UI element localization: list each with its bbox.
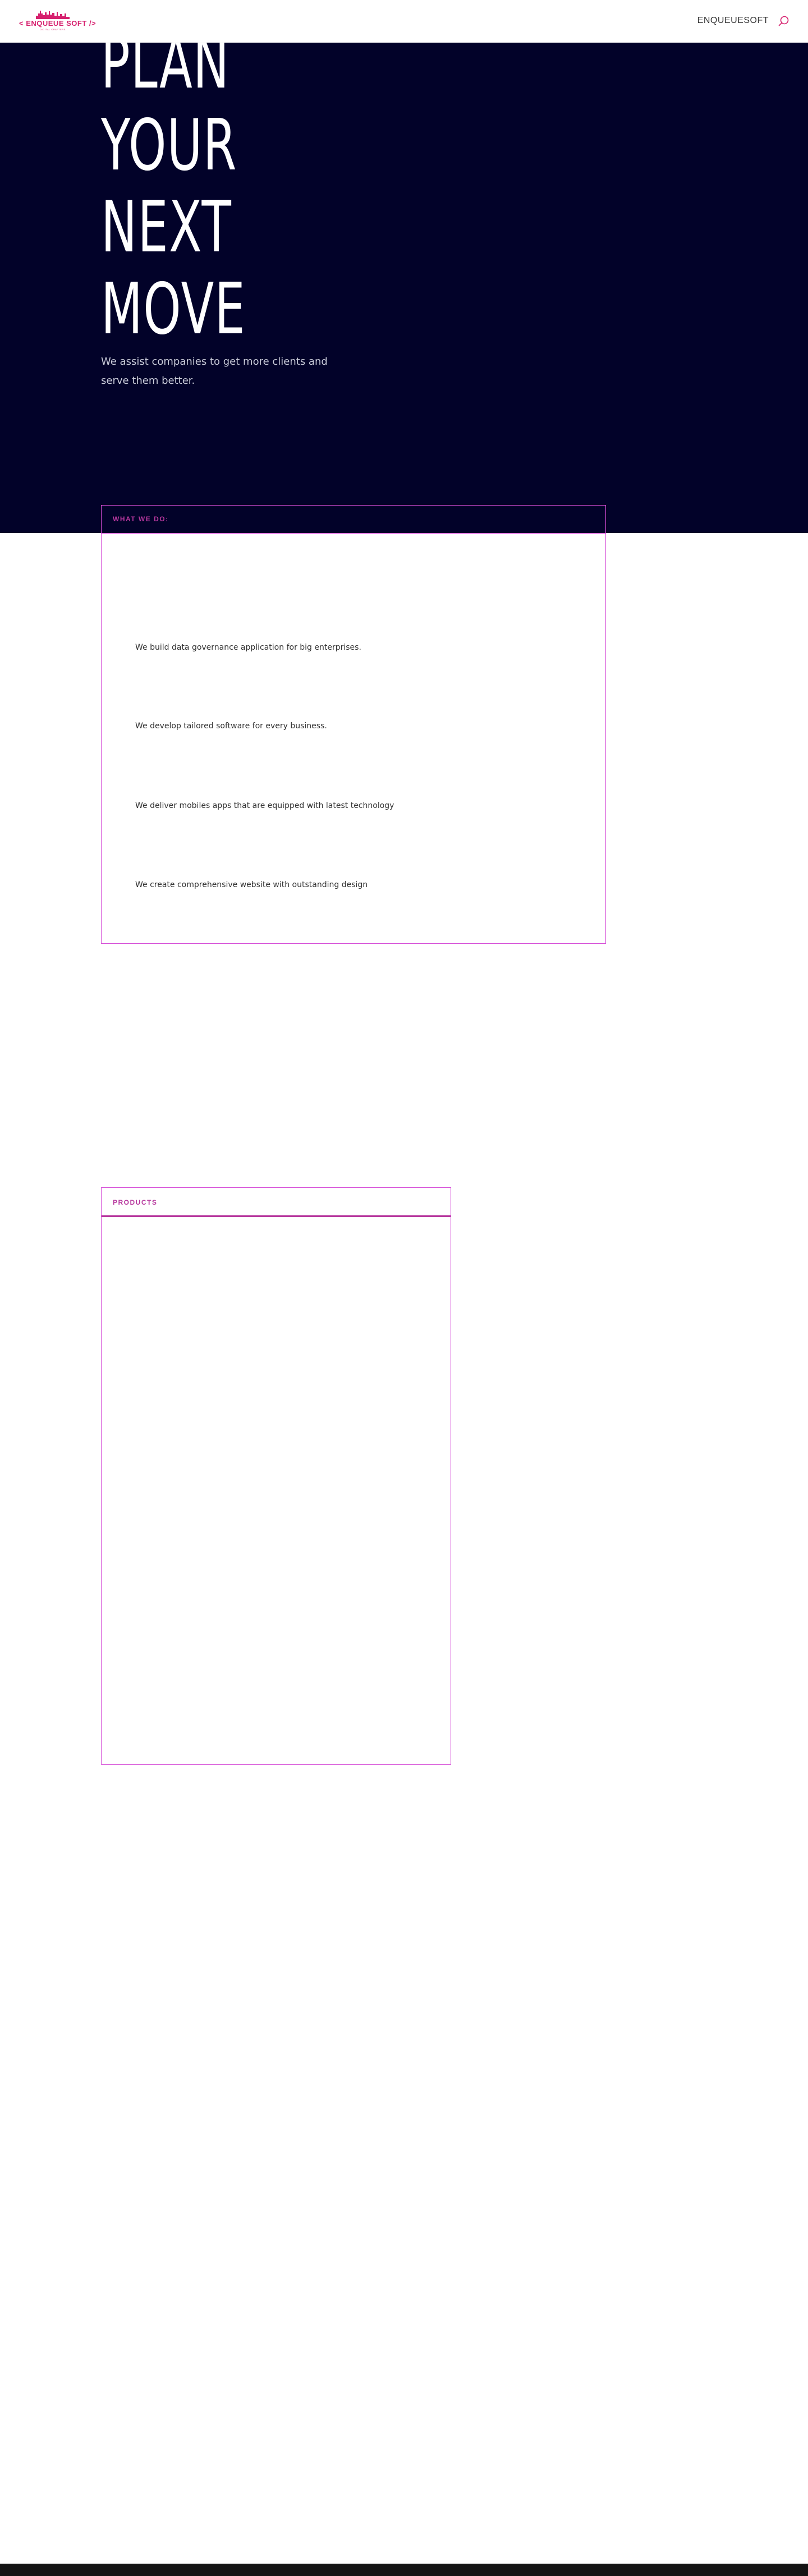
what-we-do-label: WHAT WE DO: [113,515,169,523]
service-item: We build data governance application for… [135,643,361,652]
hero-title-line: YOUR [101,104,237,186]
site-header: < ENQUEUE SOFT /> DIGITAL CRAFTERS ENQUE… [0,0,808,43]
service-item: We develop tailored software for every b… [135,722,327,731]
search-button[interactable] [778,15,790,27]
products-header: PRODUCTS [102,1188,451,1217]
footer-bar [0,2564,808,2576]
products-card: PRODUCTS [101,1187,451,1765]
what-we-do-card: WHAT WE DO: We build data governance app… [101,505,606,944]
skyline-icon [36,11,70,19]
what-we-do-header: WHAT WE DO: [102,506,605,534]
hero-subtitle: We assist companies to get more clients … [101,356,328,387]
logo[interactable]: < ENQUEUE SOFT /> DIGITAL CRAFTERS [19,9,97,34]
hero-section: PLAN YOUR NEXT MOVE We assist companies … [0,43,808,533]
logo-text: < ENQUEUE SOFT /> [19,19,97,27]
hero-title-line: MOVE [101,268,246,350]
hero-title-line: PLAN [101,43,230,104]
products-label: PRODUCTS [113,1199,158,1206]
search-icon [778,16,789,26]
service-item: We deliver mobiles apps that are equippe… [135,801,394,810]
nav-link-enqueuesoft[interactable]: ENQUEUESOFT [696,16,769,28]
hero-title-line: NEXT [101,186,232,268]
hero-title: PLAN YOUR NEXT MOVE [101,43,292,350]
service-item: We create comprehensive website with out… [135,880,368,889]
logo-tagline: DIGITAL CRAFTERS [40,28,66,31]
